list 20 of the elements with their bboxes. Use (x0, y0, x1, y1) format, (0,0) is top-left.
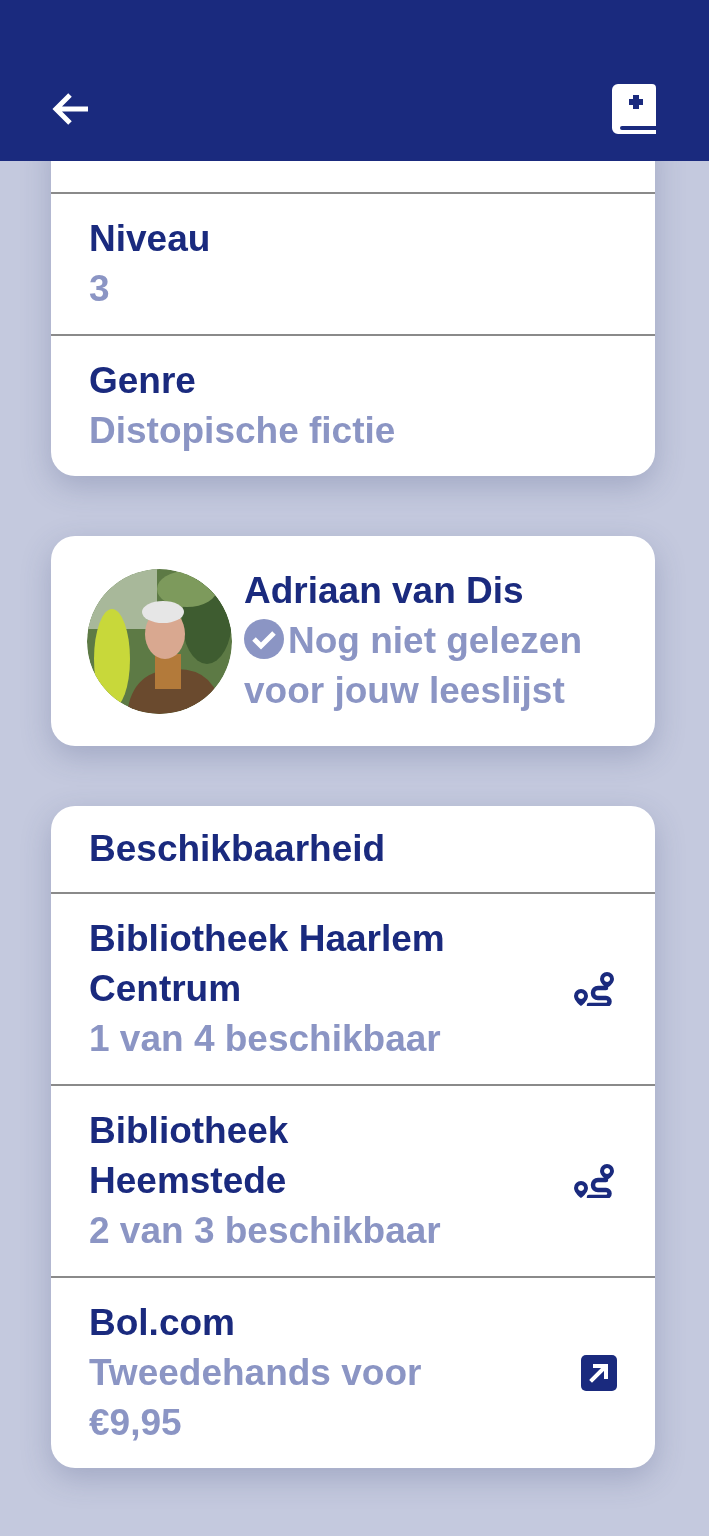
author-card[interactable]: Adriaan van Dis Nog niet gelezen voor jouw leeslijst (51, 536, 655, 746)
back-icon[interactable] (52, 92, 90, 126)
route-icon[interactable] (573, 1164, 617, 1198)
availability-text: 1 van 4 beschikbaar (89, 1017, 442, 1061)
external-link-icon[interactable] (581, 1355, 617, 1391)
detail-value: Distopische fictie (89, 409, 397, 453)
check-icon (244, 619, 284, 659)
detail-label: Genre (89, 359, 197, 403)
route-icon[interactable] (573, 972, 617, 1006)
add-book-icon[interactable] (612, 84, 656, 134)
availability-text: 2 van 3 beschikbaar (89, 1209, 442, 1253)
author-name: Adriaan van Dis (244, 569, 525, 613)
location-name: Bol.com (89, 1301, 236, 1345)
detail-label: Niveau (89, 217, 212, 261)
section-title: Beschikbaarheid (89, 827, 386, 871)
location-name: Bibliotheek Haarlem Centrum (89, 917, 446, 1011)
location-name: Bibliotheek Heemstede (89, 1109, 290, 1203)
availability-text: Tweedehands voor €9,95 (89, 1351, 423, 1445)
reading-status: Nog niet gelezen voor jouw leeslijst (244, 618, 583, 713)
detail-value: 3 (89, 267, 111, 311)
